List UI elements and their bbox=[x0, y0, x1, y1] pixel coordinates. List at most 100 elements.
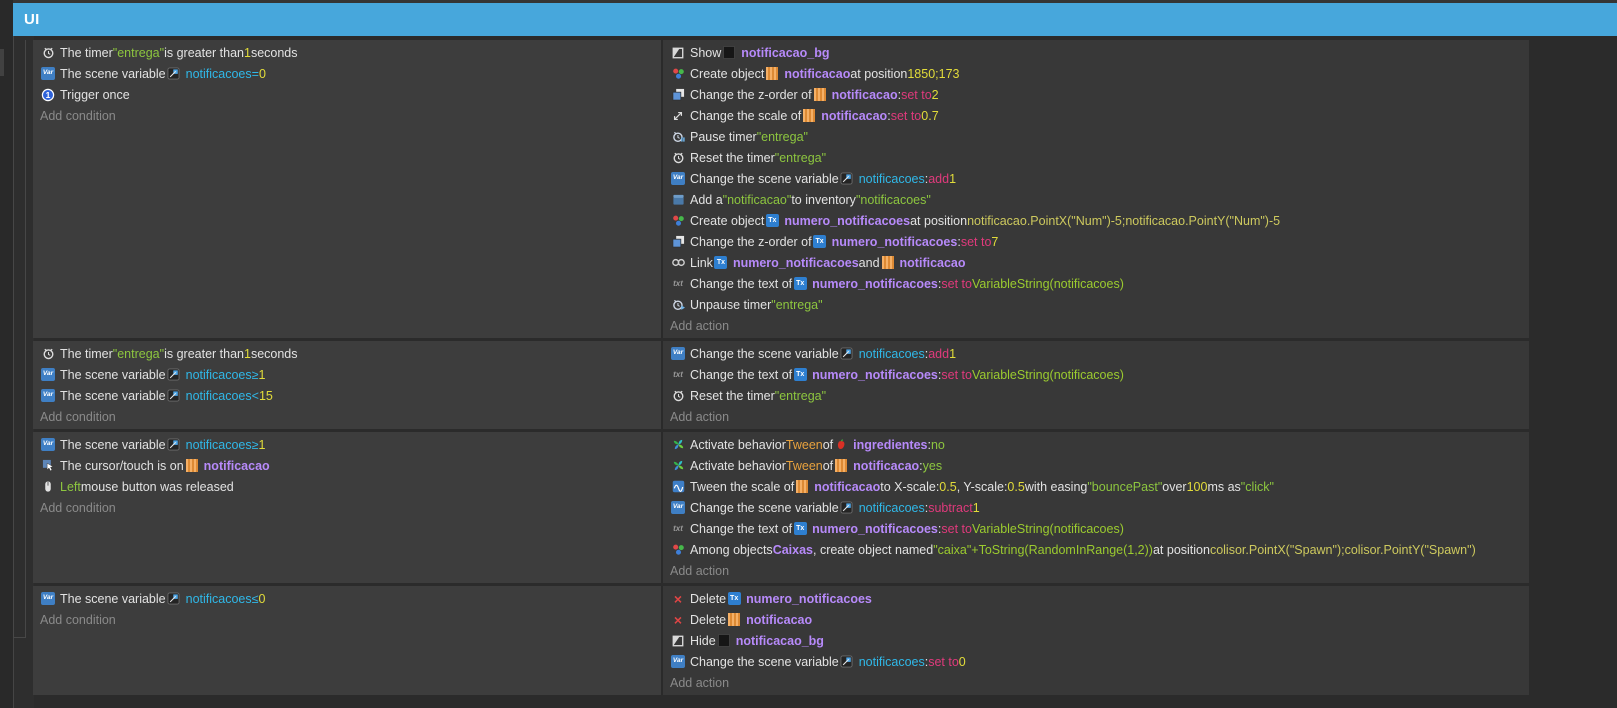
action-line[interactable]: Change the z-order of notificacao: set t… bbox=[663, 84, 939, 105]
event-block[interactable]: The timer "entrega" is greater than 1 se… bbox=[33, 40, 1531, 338]
event-block[interactable]: Var The scene variable notificacoes ≥ 1 Th… bbox=[33, 432, 1531, 583]
object-notificacao-bg-icon bbox=[721, 45, 737, 60]
add-condition-button[interactable]: Add condition bbox=[33, 609, 116, 630]
trigger-once-icon: 1 bbox=[40, 87, 56, 102]
action-line-text: Tween bbox=[785, 437, 823, 452]
action-line-text: set to bbox=[960, 234, 992, 249]
action-line[interactable]: Var Change the scene variable notificacoe… bbox=[663, 651, 966, 672]
condition-line-text: The cursor/touch is on bbox=[60, 458, 184, 473]
action-line[interactable]: Pause timer "entrega" bbox=[663, 126, 808, 147]
scene-tab-label: UI bbox=[24, 11, 40, 28]
condition-line[interactable]: 1 Trigger once bbox=[33, 84, 130, 105]
object-text-icon: Tx bbox=[792, 521, 808, 536]
action-line-text: "notificacao" bbox=[722, 192, 792, 207]
timer-icon bbox=[670, 150, 686, 165]
action-line[interactable]: txt Change the text of Tx numero_notificac… bbox=[663, 518, 1124, 539]
scene-tab[interactable]: UI bbox=[13, 3, 1617, 36]
action-line-text: Show bbox=[690, 45, 722, 60]
action-line-text: Unpause timer bbox=[690, 297, 772, 312]
add-condition-button[interactable]: Add condition bbox=[33, 105, 116, 126]
add-action-button[interactable]: Add action bbox=[663, 315, 729, 336]
action-line[interactable]: × Delete notificacao bbox=[663, 609, 812, 630]
action-line-text: Change the z-order of bbox=[690, 87, 812, 102]
event-actions: × Delete Tx numero_notificacoes × Delete not… bbox=[663, 586, 1529, 695]
action-line-text: notificacao bbox=[814, 479, 881, 494]
action-line[interactable]: Reset the timer "entrega" bbox=[663, 147, 826, 168]
action-line-text: Among objects bbox=[690, 542, 773, 557]
variable-icon: Var bbox=[40, 66, 56, 81]
condition-line[interactable]: The timer "entrega" is greater than 1 se… bbox=[33, 343, 298, 364]
condition-line[interactable]: Var The scene variable notificacoes ≤ 0 bbox=[33, 588, 265, 609]
condition-line-text: is greater than bbox=[164, 45, 244, 60]
action-line[interactable]: Hide notificacao_bg bbox=[663, 630, 824, 651]
action-line[interactable]: txt Change the text of Tx numero_notificac… bbox=[663, 273, 1124, 294]
add-action-button[interactable]: Add action bbox=[663, 406, 729, 427]
delete-icon: × bbox=[673, 590, 683, 607]
condition-line[interactable]: Var The scene variable notificacoes < 15 bbox=[33, 385, 273, 406]
action-line-text: Change the text of bbox=[690, 367, 793, 382]
object-notificacao-icon bbox=[880, 255, 896, 270]
action-line-text: of bbox=[822, 458, 834, 473]
action-line[interactable]: Create object Tx numero_notificacoes at p… bbox=[663, 210, 1280, 231]
action-line-text: numero_notificacoes bbox=[812, 276, 938, 291]
action-line-text: no bbox=[930, 437, 945, 452]
object-notificacao-icon bbox=[801, 108, 817, 123]
action-line-text: notificacao_bg bbox=[741, 45, 830, 60]
object-notificacao-icon bbox=[794, 479, 810, 494]
action-line[interactable]: Show notificacao_bg bbox=[663, 42, 830, 63]
action-line[interactable]: Unpause timer "entrega" bbox=[663, 294, 823, 315]
action-line[interactable]: txt Change the text of Tx numero_notificac… bbox=[663, 364, 1124, 385]
event-block[interactable]: The timer "entrega" is greater than 1 se… bbox=[33, 341, 1531, 429]
action-line-text: VariableString(notificacoes) bbox=[971, 276, 1124, 291]
variable-icon: Var bbox=[40, 591, 56, 606]
action-line-text: Change the scene variable bbox=[690, 500, 839, 515]
event-group-bracket bbox=[13, 40, 26, 638]
add-action-button[interactable]: Add action bbox=[663, 672, 729, 693]
condition-line[interactable]: Var The scene variable notificacoes ≥ 1 bbox=[33, 364, 265, 385]
condition-line[interactable]: The cursor/touch is on notificacao bbox=[33, 455, 270, 476]
action-line[interactable]: Change the scale of notificacao: set to … bbox=[663, 105, 939, 126]
variable-type-icon bbox=[166, 367, 182, 382]
action-line[interactable]: Among objects Caixas, create object name… bbox=[663, 539, 1476, 560]
condition-line[interactable]: The timer "entrega" is greater than 1 se… bbox=[33, 42, 298, 63]
action-line-text: and bbox=[858, 255, 880, 270]
action-line[interactable]: Tween the scale of notificacao to X-scal… bbox=[663, 476, 1274, 497]
action-line-text: VariableString(notificacoes) bbox=[971, 367, 1124, 382]
condition-line-text: 1 bbox=[258, 367, 266, 382]
action-line[interactable]: Activate behavior Tween of ingredientes:… bbox=[663, 434, 945, 455]
action-line[interactable]: Change the z-order of Tx numero_notificac… bbox=[663, 231, 998, 252]
action-line[interactable]: Link Tx numero_notificacoes and notificac… bbox=[663, 252, 966, 273]
action-line[interactable]: Reset the timer "entrega" bbox=[663, 385, 826, 406]
cursor-icon bbox=[40, 458, 56, 473]
action-line-text: notificacao_bg bbox=[735, 633, 824, 648]
condition-line[interactable]: Var The scene variable notificacoes = 0 bbox=[33, 63, 266, 84]
action-line-text: Change the z-order of bbox=[690, 234, 812, 249]
action-line-text: 100 bbox=[1186, 479, 1208, 494]
action-line-text: notificacao bbox=[821, 108, 888, 123]
condition-line[interactable]: Left mouse button was released bbox=[33, 476, 234, 497]
action-line-text: "entrega" bbox=[774, 388, 827, 403]
link-icon bbox=[670, 255, 686, 270]
action-line-text: subtract bbox=[928, 500, 973, 515]
action-line[interactable]: × Delete Tx numero_notificacoes bbox=[663, 588, 872, 609]
action-line-text: 0 bbox=[958, 654, 966, 669]
action-line[interactable]: Add a "notificacao" to inventory "notifi… bbox=[663, 189, 931, 210]
action-line[interactable]: Activate behavior Tween of notificacao: … bbox=[663, 455, 942, 476]
action-line[interactable]: Create object notificacao at position 18… bbox=[663, 63, 959, 84]
add-condition-button[interactable]: Add condition bbox=[33, 406, 116, 427]
event-block[interactable]: Var The scene variable notificacoes ≤ 0 Ad… bbox=[33, 586, 1531, 695]
action-line-text: notificacao bbox=[831, 87, 898, 102]
condition-line[interactable]: Var The scene variable notificacoes ≥ 1 bbox=[33, 434, 265, 455]
object-text-icon: Tx bbox=[726, 591, 742, 606]
action-line-text: colisor.PointX("Spawn");colisor.PointY("… bbox=[1209, 542, 1476, 557]
action-line[interactable]: Var Change the scene variable notificacoe… bbox=[663, 168, 956, 189]
add-action-button[interactable]: Add action bbox=[663, 560, 729, 581]
variable-icon: Var bbox=[670, 346, 686, 361]
object-text-icon: Tx bbox=[792, 367, 808, 382]
action-line[interactable]: Var Change the scene variable notificacoe… bbox=[663, 343, 956, 364]
add-condition-button[interactable]: Add condition bbox=[33, 497, 116, 518]
timer-icon bbox=[670, 388, 686, 403]
action-line-text: Activate behavior bbox=[690, 437, 786, 452]
action-line[interactable]: Var Change the scene variable notificacoe… bbox=[663, 497, 980, 518]
variable-type-icon bbox=[839, 500, 855, 515]
